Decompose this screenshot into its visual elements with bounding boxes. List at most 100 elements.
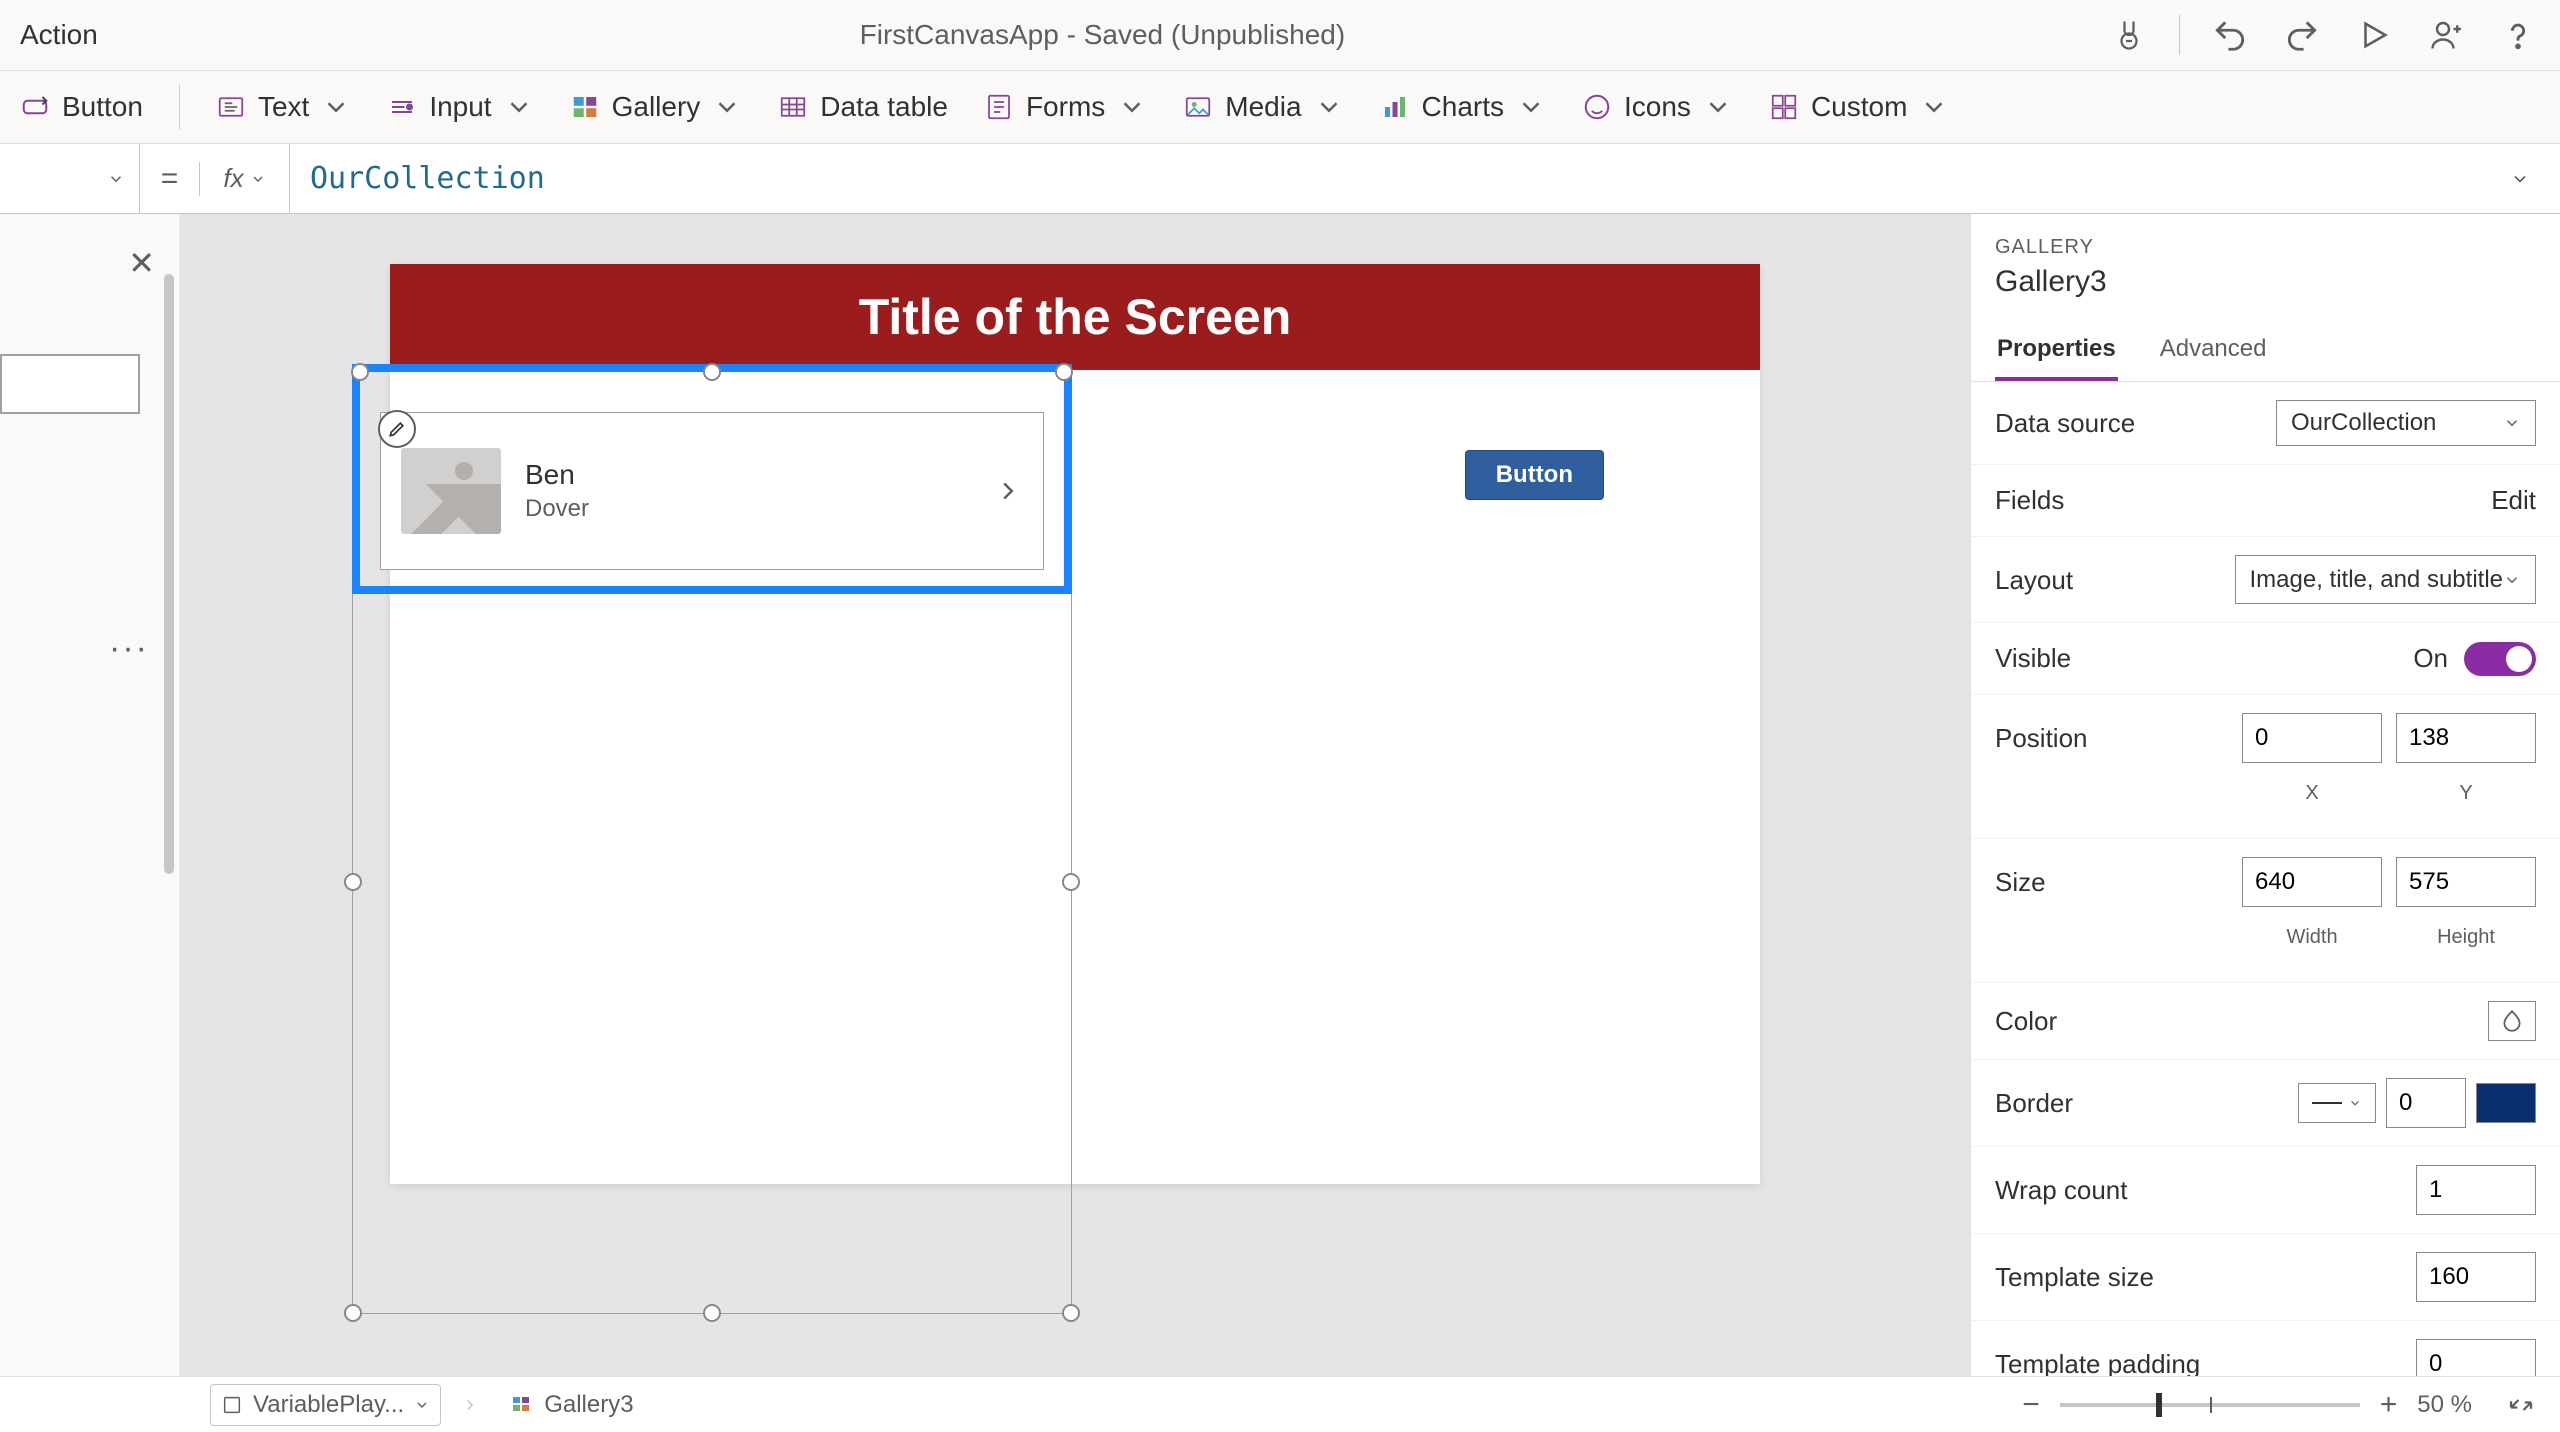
- prop-size-height[interactable]: [2396, 857, 2536, 907]
- redo-icon[interactable]: [2280, 13, 2324, 57]
- prop-border-label: Border: [1995, 1088, 2298, 1119]
- fx-button[interactable]: fx: [200, 144, 290, 213]
- property-selector[interactable]: [0, 144, 140, 213]
- resize-handle[interactable]: [1062, 873, 1080, 891]
- canvas-area[interactable]: Title of the Screen Ben Dover: [180, 214, 1970, 1376]
- prop-templatesize-input[interactable]: [2416, 1252, 2536, 1302]
- breadcrumb-screen[interactable]: VariablePlay...: [210, 1384, 441, 1426]
- prop-visible-toggle[interactable]: [2464, 642, 2536, 676]
- insert-text-label: Text: [258, 91, 309, 123]
- title-bar: Action FirstCanvasApp - Saved (Unpublish…: [0, 0, 2560, 70]
- gallery-template-selection[interactable]: Ben Dover: [352, 364, 1072, 594]
- undo-icon[interactable]: [2208, 13, 2252, 57]
- prop-fields-edit[interactable]: Edit: [2491, 485, 2536, 516]
- image-placeholder-icon: [401, 448, 501, 534]
- item-subtitle: Dover: [525, 495, 589, 523]
- resize-handle[interactable]: [351, 363, 369, 381]
- resize-handle[interactable]: [1055, 363, 1073, 381]
- item-title: Ben: [525, 459, 589, 491]
- gallery-control[interactable]: Ben Dover: [352, 364, 1072, 1314]
- canvas-button[interactable]: Button: [1465, 450, 1604, 500]
- insert-icons[interactable]: Icons: [1582, 91, 1733, 123]
- sublabel-height: Height: [2396, 926, 2536, 949]
- insert-charts-label: Charts: [1422, 91, 1504, 123]
- prop-visible-value: On: [2413, 643, 2448, 674]
- prop-datasource-select[interactable]: OurCollection: [2276, 400, 2536, 446]
- formula-bar: = fx: [0, 144, 2560, 214]
- more-icon[interactable]: ···: [109, 629, 149, 668]
- app-screen: Title of the Screen Ben Dover: [390, 264, 1760, 1184]
- resize-handle[interactable]: [703, 1304, 721, 1322]
- screen-title-label: Title of the Screen: [390, 264, 1760, 370]
- breadcrumb-control[interactable]: Gallery3: [499, 1384, 644, 1426]
- resize-handle[interactable]: [344, 1304, 362, 1322]
- edit-template-icon[interactable]: [378, 410, 416, 448]
- formula-expand-icon[interactable]: [2510, 169, 2560, 189]
- insert-button-label: Button: [62, 91, 143, 123]
- prop-layout-value: Image, title, and subtitle: [2250, 564, 2503, 595]
- prop-size-width[interactable]: [2242, 857, 2382, 907]
- prop-datasource-value: OurCollection: [2291, 409, 2436, 437]
- prop-layout-label: Layout: [1995, 555, 2235, 596]
- prop-fields-label: Fields: [1995, 485, 2491, 516]
- insert-ribbon: Button Text Input Gallery Data table For…: [0, 70, 2560, 144]
- prop-datasource-label: Data source: [1995, 408, 2276, 439]
- sublabel-y: Y: [2396, 782, 2536, 805]
- gallery-item[interactable]: Ben Dover: [380, 412, 1044, 570]
- menu-action[interactable]: Action: [20, 19, 98, 51]
- gallery-body[interactable]: [352, 594, 1072, 1314]
- resize-handle[interactable]: [703, 363, 721, 381]
- share-icon[interactable]: [2424, 13, 2468, 57]
- control-type-label: GALLERY: [1995, 236, 2536, 259]
- formula-input[interactable]: [290, 144, 2510, 213]
- fit-to-window-icon[interactable]: [2506, 1390, 2536, 1420]
- insert-datatable[interactable]: Data table: [778, 91, 948, 123]
- app-checker-icon[interactable]: [2107, 13, 2151, 57]
- prop-position-x[interactable]: [2242, 713, 2382, 763]
- insert-custom-label: Custom: [1811, 91, 1907, 123]
- control-name-label[interactable]: Gallery3: [1995, 265, 2536, 299]
- insert-gallery[interactable]: Gallery: [570, 91, 743, 123]
- prop-templatesize-label: Template size: [1995, 1262, 2416, 1293]
- insert-input[interactable]: Input: [387, 91, 533, 123]
- sublabel-width: Width: [2242, 926, 2382, 949]
- prop-layout-select[interactable]: Image, title, and subtitle: [2235, 555, 2536, 604]
- insert-button[interactable]: Button: [20, 91, 143, 123]
- app-title: FirstCanvasApp - Saved (Unpublished): [98, 19, 2107, 51]
- insert-media[interactable]: Media: [1183, 91, 1343, 123]
- insert-forms[interactable]: Forms: [984, 91, 1147, 123]
- help-icon[interactable]: [2496, 13, 2540, 57]
- zoom-in-icon[interactable]: +: [2380, 1388, 2398, 1422]
- prop-border-color[interactable]: [2476, 1083, 2536, 1123]
- insert-media-label: Media: [1225, 91, 1301, 123]
- zoom-value: 50 %: [2417, 1391, 2472, 1419]
- zoom-out-icon[interactable]: −: [2022, 1388, 2040, 1422]
- insert-datatable-label: Data table: [820, 91, 948, 123]
- insert-text[interactable]: Text: [216, 91, 351, 123]
- tab-advanced[interactable]: Advanced: [2158, 325, 2269, 381]
- prop-position-label: Position: [1995, 723, 2242, 754]
- tab-properties[interactable]: Properties: [1995, 325, 2118, 381]
- prop-position-y[interactable]: [2396, 713, 2536, 763]
- insert-icons-label: Icons: [1624, 91, 1691, 123]
- scrollbar-thumb[interactable]: [164, 274, 174, 874]
- zoom-slider[interactable]: [2060, 1403, 2360, 1407]
- chevron-right-icon[interactable]: [993, 476, 1023, 506]
- insert-forms-label: Forms: [1026, 91, 1105, 123]
- prop-visible-label: Visible: [1995, 643, 2413, 674]
- search-box[interactable]: [0, 354, 140, 414]
- prop-color-picker[interactable]: [2488, 1001, 2536, 1041]
- prop-templatepadding-input[interactable]: [2416, 1339, 2536, 1376]
- resize-handle[interactable]: [1062, 1304, 1080, 1322]
- tree-view-panel: ✕ ···: [0, 214, 180, 1376]
- play-icon[interactable]: [2352, 13, 2396, 57]
- insert-charts[interactable]: Charts: [1380, 91, 1546, 123]
- breadcrumb-bar: VariablePlay... Gallery3 − + 50 %: [0, 1376, 2560, 1432]
- insert-custom[interactable]: Custom: [1769, 91, 1949, 123]
- prop-border-width[interactable]: [2386, 1078, 2466, 1128]
- prop-border-style[interactable]: [2298, 1083, 2376, 1123]
- prop-wrapcount-input[interactable]: [2416, 1165, 2536, 1215]
- close-panel-icon[interactable]: ✕: [128, 244, 155, 282]
- resize-handle[interactable]: [344, 873, 362, 891]
- separator: [179, 84, 180, 130]
